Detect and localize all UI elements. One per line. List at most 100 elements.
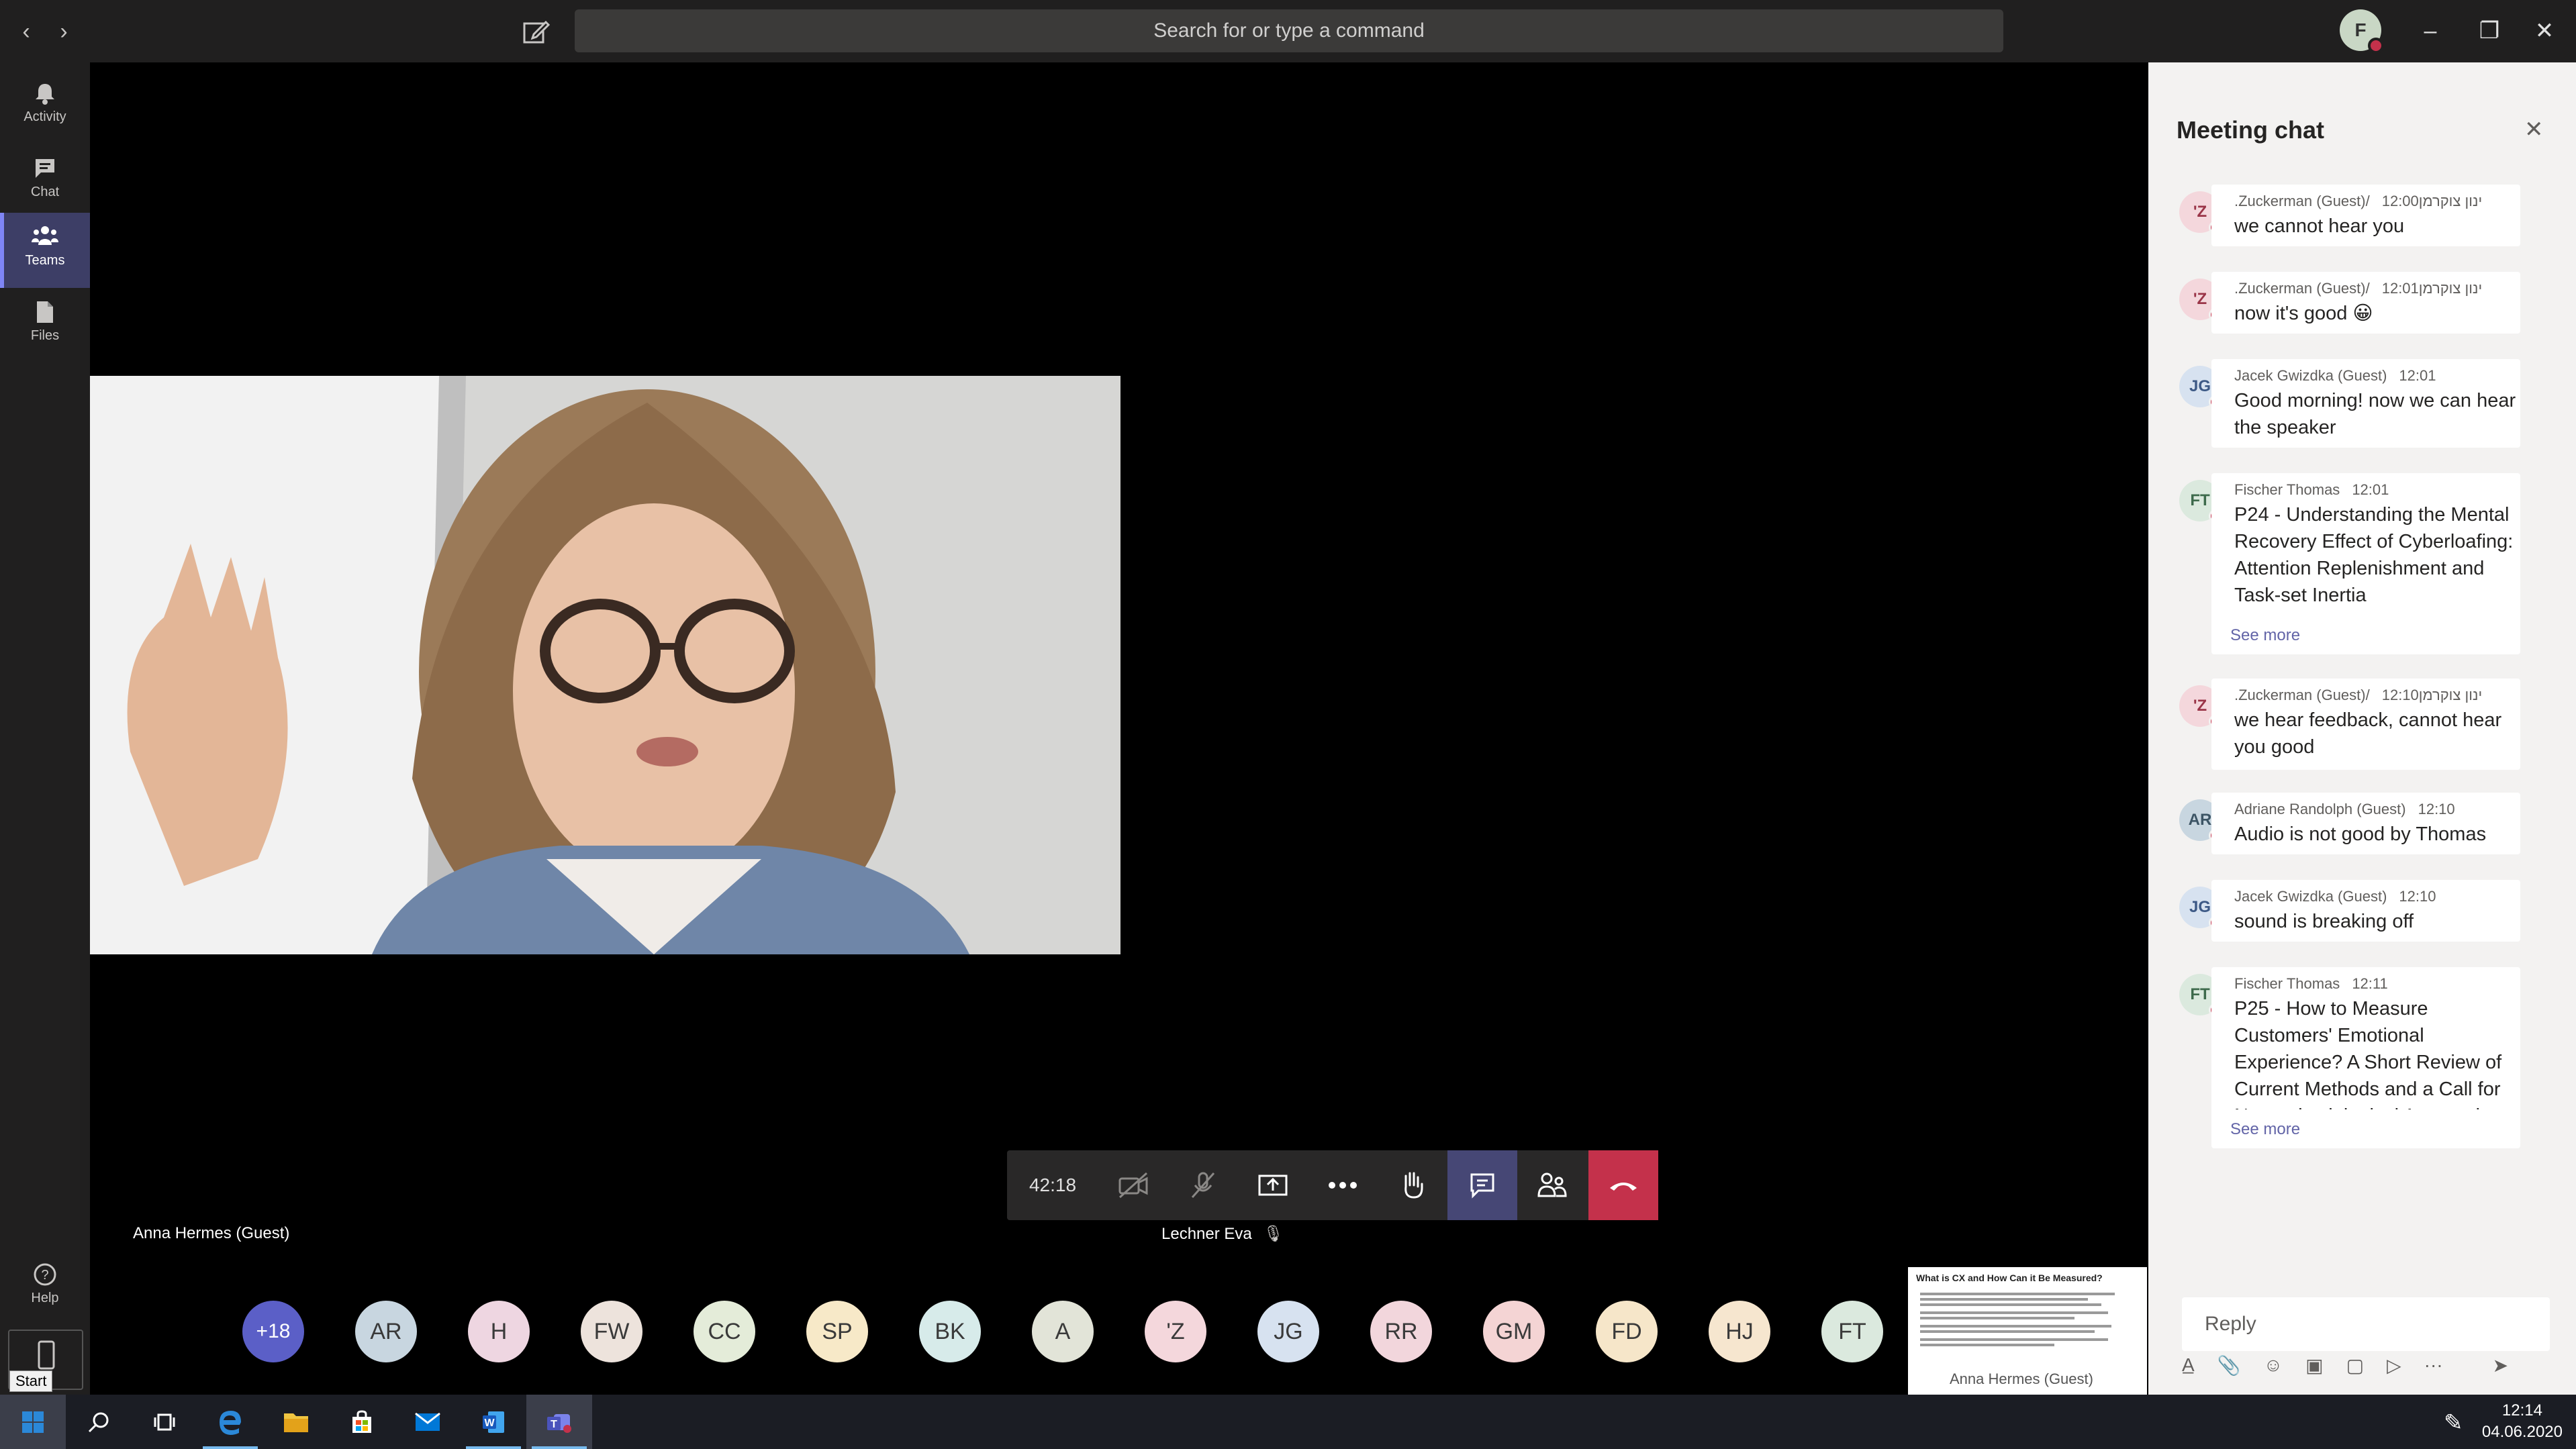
overflow-participants-button[interactable]: +18 [242, 1301, 304, 1362]
panel-title: Meeting chat [2177, 116, 2325, 144]
taskbar-store[interactable] [329, 1395, 395, 1449]
message-author: Jacek Gwizdka (Guest) [2234, 367, 2387, 384]
chat-message[interactable]: Adriane Randolph (Guest) 12:10 Audio is no… [2211, 793, 2520, 854]
windows-logo-icon [22, 1411, 44, 1433]
chat-message[interactable]: .Zuckerman (Guest)/ינון צוקרמן12:01 now i… [2211, 272, 2520, 334]
rail-label: Chat [30, 185, 60, 199]
start-button[interactable] [0, 1395, 66, 1449]
search-input[interactable]: Search for or type a command [575, 9, 2003, 52]
share-button[interactable] [1238, 1150, 1308, 1220]
taskbar-word[interactable]: W [461, 1395, 526, 1449]
compose-toolbar: A̲ 📎 ☺ ▣ ▢ ▷ ··· ➤ [2182, 1354, 2571, 1388]
close-window-icon[interactable]: ✕ [2528, 15, 2561, 47]
message-author: Jacek Gwizdka (Guest) [2234, 888, 2387, 905]
message-text: we cannot hear you [2234, 215, 2405, 237]
mic-off-icon [1191, 1172, 1215, 1198]
rail-item-activity[interactable]: Activity [0, 69, 90, 144]
shared-content-thumbnail[interactable]: What is CX and How Can it Be Measured? A… [1908, 1267, 2147, 1395]
rail-item-help[interactable]: ? Help [0, 1250, 90, 1326]
participant-avatar[interactable]: CC [694, 1301, 755, 1362]
avatar-initials: JG [2189, 898, 2211, 916]
message-author: .Zuckerman (Guest)/ינון צוקרמן [2234, 280, 2483, 297]
chat-message[interactable]: Fischer Thomas 12:01 P24 - Understanding t… [2211, 473, 2520, 654]
send-icon[interactable]: ➤ [2493, 1354, 2508, 1388]
restore-icon[interactable]: ❐ [2473, 15, 2506, 47]
mute-button[interactable] [1168, 1150, 1238, 1220]
message-time: 12:00 [2381, 193, 2419, 209]
compose-icon[interactable] [520, 17, 551, 48]
taskbar-mail[interactable] [395, 1395, 461, 1449]
chat-icon [36, 159, 54, 178]
avatar-initials: 'Z [2193, 203, 2207, 221]
svg-text:?: ? [41, 1268, 48, 1283]
bell-icon [36, 84, 54, 105]
see-more-link[interactable]: See more [2230, 1120, 2300, 1139]
call-controls: 42:18 [1007, 1150, 1658, 1220]
message-meta: Fischer Thomas 12:01 [2234, 481, 2520, 499]
attach-icon[interactable]: 📎 [2217, 1354, 2241, 1388]
task-view-button[interactable] [132, 1395, 197, 1449]
participant-avatar[interactable]: GM [1483, 1301, 1545, 1362]
chat-message[interactable]: Jacek Gwizdka (Guest) 12:01 Good morning! … [2211, 359, 2520, 448]
rail-item-chat[interactable]: Chat [0, 144, 90, 219]
search-taskbar-button[interactable] [66, 1395, 132, 1449]
emoji-icon[interactable]: ☺ [2264, 1354, 2283, 1388]
message-author: .Zuckerman (Guest)/ינון צוקרמן [2234, 193, 2483, 209]
hang-up-button[interactable] [1588, 1150, 1658, 1220]
forward-arrow-icon[interactable]: › [52, 20, 75, 43]
show-conversation-button[interactable] [1447, 1150, 1517, 1220]
sticker-icon[interactable]: ▢ [2346, 1354, 2364, 1388]
participant-avatar[interactable]: FW [581, 1301, 642, 1362]
close-chat-icon[interactable]: ✕ [2524, 116, 2544, 143]
message-meta: Jacek Gwizdka (Guest) 12:01 [2234, 367, 2520, 385]
participant-avatar[interactable]: A [1032, 1301, 1094, 1362]
system-clock[interactable]: 12:14 04.06.2020 [2482, 1400, 2563, 1443]
taskbar-edge[interactable] [197, 1395, 263, 1449]
participant-avatar[interactable]: HJ [1709, 1301, 1770, 1362]
files-icon [37, 301, 53, 323]
chat-message[interactable]: .Zuckerman (Guest)/ינון צוקרמן12:10 we he… [2211, 679, 2520, 770]
gif-icon[interactable]: ▣ [2305, 1354, 2323, 1388]
taskbar-file-explorer[interactable] [263, 1395, 329, 1449]
message-text: sound is breaking off [2234, 911, 2414, 932]
participant-avatar[interactable]: AR [355, 1301, 417, 1362]
chat-message[interactable]: Jacek Gwizdka (Guest) 12:10 sound is break… [2211, 880, 2520, 942]
message-meta: Adriane Randolph (Guest) 12:10 [2234, 801, 2520, 818]
rail-item-files[interactable]: Files [0, 288, 90, 363]
chat-message[interactable]: Fischer Thomas 12:11 P25 - How to Measure … [2211, 967, 2520, 1148]
back-arrow-icon[interactable]: ‹ [15, 20, 38, 43]
message-time: 12:01 [2381, 280, 2419, 297]
participant-avatar[interactable]: SP [806, 1301, 868, 1362]
user-avatar[interactable]: F [2340, 9, 2384, 54]
avatar-initials: AR [2188, 811, 2212, 829]
message-meta: .Zuckerman (Guest)/ינון צוקרמן12:10 [2234, 687, 2520, 704]
participant-avatar[interactable]: FD [1596, 1301, 1658, 1362]
more-options-icon[interactable]: ··· [2424, 1354, 2443, 1388]
participant-avatar[interactable]: JG [1257, 1301, 1319, 1362]
avatar-initial: F [2354, 19, 2367, 40]
camera-toggle-button[interactable] [1098, 1150, 1168, 1220]
participant-avatar[interactable]: H [468, 1301, 530, 1362]
message-time: 12:01 [2399, 367, 2436, 384]
teams-app-icon: T [547, 1413, 571, 1433]
message-author: .Zuckerman (Guest)/ינון צוקרמן [2234, 687, 2483, 703]
raise-hand-button[interactable] [1378, 1150, 1447, 1220]
minimize-icon[interactable]: – [2414, 15, 2446, 47]
show-participants-button[interactable] [1517, 1150, 1587, 1220]
format-icon[interactable]: A̲ [2182, 1354, 2195, 1388]
see-more-link[interactable]: See more [2230, 626, 2300, 645]
message-meta: .Zuckerman (Guest)/ינון צוקרמן12:01 [2234, 280, 2520, 297]
reply-input[interactable]: Reply [2182, 1297, 2550, 1351]
svg-text:T: T [551, 1419, 557, 1430]
participant-avatar[interactable]: RR [1370, 1301, 1432, 1362]
meet-icon[interactable]: ▷ [2387, 1354, 2401, 1388]
participant-avatar[interactable]: FT [1821, 1301, 1883, 1362]
rail-item-teams[interactable]: Teams [0, 213, 90, 288]
folder-icon [284, 1413, 308, 1432]
taskbar-teams[interactable]: T [526, 1395, 592, 1449]
chat-message[interactable]: .Zuckerman (Guest)/ינון צוקרמן12:00 we ca… [2211, 185, 2520, 246]
pen-icon[interactable]: ✎ [2444, 1409, 2463, 1436]
participant-avatar[interactable]: BK [919, 1301, 981, 1362]
participant-avatar[interactable]: 'Z [1145, 1301, 1206, 1362]
more-actions-button[interactable] [1308, 1150, 1378, 1220]
